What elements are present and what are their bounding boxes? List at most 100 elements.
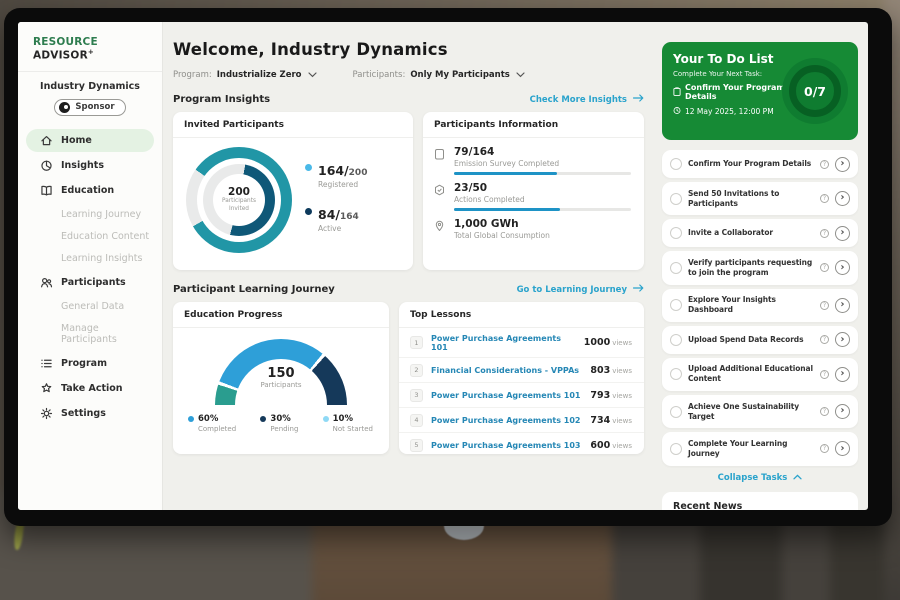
sidebar-item-label: Program: [61, 358, 107, 369]
todo-item-confirm-program[interactable]: Confirm Your Program Details: [662, 150, 858, 178]
legend-dot-not-started: [323, 416, 329, 422]
sponsor-icon: [59, 102, 70, 113]
sidebar-item-settings[interactable]: Settings: [26, 402, 154, 425]
actions-icon: [434, 184, 446, 211]
lesson-link[interactable]: Power Purchase Agreements 101: [431, 391, 582, 400]
todo-item-explore-insights[interactable]: Explore Your Insights Dashboard: [662, 289, 858, 322]
location-pin-icon: [434, 220, 446, 244]
info-row-consumption: 1,000 GWh Total Global Consumption: [434, 218, 631, 244]
sidebar-item-home[interactable]: Home: [26, 129, 154, 152]
lesson-row[interactable]: 2 Financial Considerations - VPPAs 803vi…: [399, 358, 644, 383]
sidebar-item-education-content[interactable]: Education Content: [18, 226, 162, 247]
checkbox[interactable]: [670, 227, 682, 239]
sidebar-item-insights[interactable]: Insights: [26, 154, 154, 177]
sidebar-item-label: Insights: [61, 160, 104, 171]
chevron-right-icon[interactable]: [835, 404, 850, 419]
program-filter-label: Program:: [173, 70, 212, 80]
sidebar-item-program[interactable]: Program: [26, 352, 154, 375]
chevron-right-icon[interactable]: [835, 260, 850, 275]
checkbox[interactable]: [670, 406, 682, 418]
todo-item-upload-spend-data[interactable]: Upload Spend Data Records: [662, 326, 858, 354]
chevron-right-icon[interactable]: [835, 367, 850, 382]
section-title-program-insights: Program Insights: [173, 94, 270, 105]
legend-dot-completed: [188, 416, 194, 422]
lesson-link[interactable]: Power Purchase Agreements 103: [431, 441, 582, 450]
chevron-right-icon[interactable]: [835, 157, 850, 172]
card-title: Education Progress: [173, 302, 389, 328]
check-more-insights-link[interactable]: Check More Insights: [530, 94, 644, 105]
help-icon[interactable]: [820, 444, 829, 453]
org-name: Industry Dynamics: [18, 81, 162, 92]
help-icon[interactable]: [820, 263, 829, 272]
gear-icon: [40, 407, 53, 420]
rank-badge: 1: [410, 336, 423, 349]
chevron-right-icon[interactable]: [835, 332, 850, 347]
sponsor-badge[interactable]: Sponsor: [54, 99, 125, 116]
lesson-row[interactable]: 5 Power Purchase Agreements 103 600views: [399, 433, 644, 457]
pie-chart-icon: [40, 159, 53, 172]
chevron-right-icon[interactable]: [835, 441, 850, 456]
clock-icon: [673, 106, 681, 117]
lesson-row[interactable]: 1 Power Purchase Agreements 101 1000view…: [399, 328, 644, 358]
go-to-learning-journey-link[interactable]: Go to Learning Journey: [517, 284, 644, 295]
lesson-link[interactable]: Power Purchase Agreements 101: [431, 334, 576, 352]
todo-item-upload-educational-content[interactable]: Upload Additional Educational Content: [662, 358, 858, 391]
participants-filter[interactable]: Participants: Only My Participants: [353, 70, 525, 80]
checkbox[interactable]: [670, 262, 682, 274]
dashboard-screen: RESOURCE ADVISOR+ Industry Dynamics Spon…: [18, 22, 868, 510]
checkbox[interactable]: [670, 158, 682, 170]
participants-filter-value: Only My Participants: [410, 70, 510, 80]
lesson-row[interactable]: 4 Power Purchase Agreements 102 734views: [399, 408, 644, 433]
gauge-center-value: 150: [215, 366, 347, 381]
lesson-row[interactable]: 3 Power Purchase Agreements 101 793views: [399, 383, 644, 408]
todo-item-verify-participants[interactable]: Verify participants requesting to join t…: [662, 251, 858, 284]
checkbox[interactable]: [670, 368, 682, 380]
lesson-link[interactable]: Financial Considerations - VPPAs: [431, 366, 582, 375]
sidebar-item-general-data[interactable]: General Data: [18, 296, 162, 317]
sidebar-item-label: Take Action: [61, 383, 123, 394]
help-icon[interactable]: [820, 370, 829, 379]
section-title-learning-journey: Participant Learning Journey: [173, 284, 335, 295]
help-icon[interactable]: [820, 160, 829, 169]
progress-bar-fill: [454, 208, 560, 211]
todo-item-invite-collaborator[interactable]: Invite a Collaborator: [662, 219, 858, 247]
todo-item-achieve-target[interactable]: Achieve One Sustainability Target: [662, 395, 858, 428]
card-title: Participants Information: [423, 112, 644, 138]
checkbox[interactable]: [670, 334, 682, 346]
education-gauge-chart: 150 Participants: [215, 339, 347, 405]
recent-news-title: Recent News: [673, 501, 847, 511]
rank-badge: 2: [410, 364, 423, 377]
brand-primary: RESOURCE: [33, 36, 98, 48]
program-filter[interactable]: Program: Industrialize Zero: [173, 70, 317, 80]
sidebar-item-learning-insights[interactable]: Learning Insights: [18, 248, 162, 269]
arrow-right-icon: [633, 284, 644, 295]
chevron-right-icon[interactable]: [835, 226, 850, 241]
chevron-up-icon: [793, 473, 802, 483]
checkbox[interactable]: [670, 443, 682, 455]
sidebar-item-manage-participants[interactable]: Manage Participants: [18, 318, 162, 350]
chevron-right-icon[interactable]: [835, 298, 850, 313]
lesson-link[interactable]: Power Purchase Agreements 102: [431, 416, 582, 425]
help-icon[interactable]: [820, 229, 829, 238]
help-icon[interactable]: [820, 407, 829, 416]
todo-item-send-invitations[interactable]: Send 50 Invitations to Participants: [662, 182, 858, 215]
app-logo[interactable]: RESOURCE ADVISOR+: [18, 34, 162, 71]
chevron-right-icon[interactable]: [835, 191, 850, 206]
todo-next-task[interactable]: Confirm Your Program Details: [673, 83, 795, 101]
invited-participants-card: Invited Participants 200 ParticipantsInv…: [173, 112, 413, 270]
collapse-tasks-link[interactable]: Collapse Tasks: [662, 473, 858, 483]
legend-dot-active: [305, 208, 312, 215]
checkbox[interactable]: [670, 193, 682, 205]
help-icon[interactable]: [820, 335, 829, 344]
sidebar-item-education[interactable]: Education: [26, 179, 154, 202]
todo-item-complete-learning-journey[interactable]: Complete Your Learning Journey: [662, 432, 858, 465]
chevron-down-icon: [516, 72, 525, 78]
sidebar-item-participants[interactable]: Participants: [26, 271, 154, 294]
help-icon[interactable]: [820, 301, 829, 310]
sidebar-item-take-action[interactable]: Take Action: [26, 377, 154, 400]
rank-badge: 4: [410, 414, 423, 427]
checkbox[interactable]: [670, 299, 682, 311]
brand-plus: +: [88, 48, 94, 56]
help-icon[interactable]: [820, 194, 829, 203]
sidebar-item-learning-journey[interactable]: Learning Journey: [18, 204, 162, 225]
